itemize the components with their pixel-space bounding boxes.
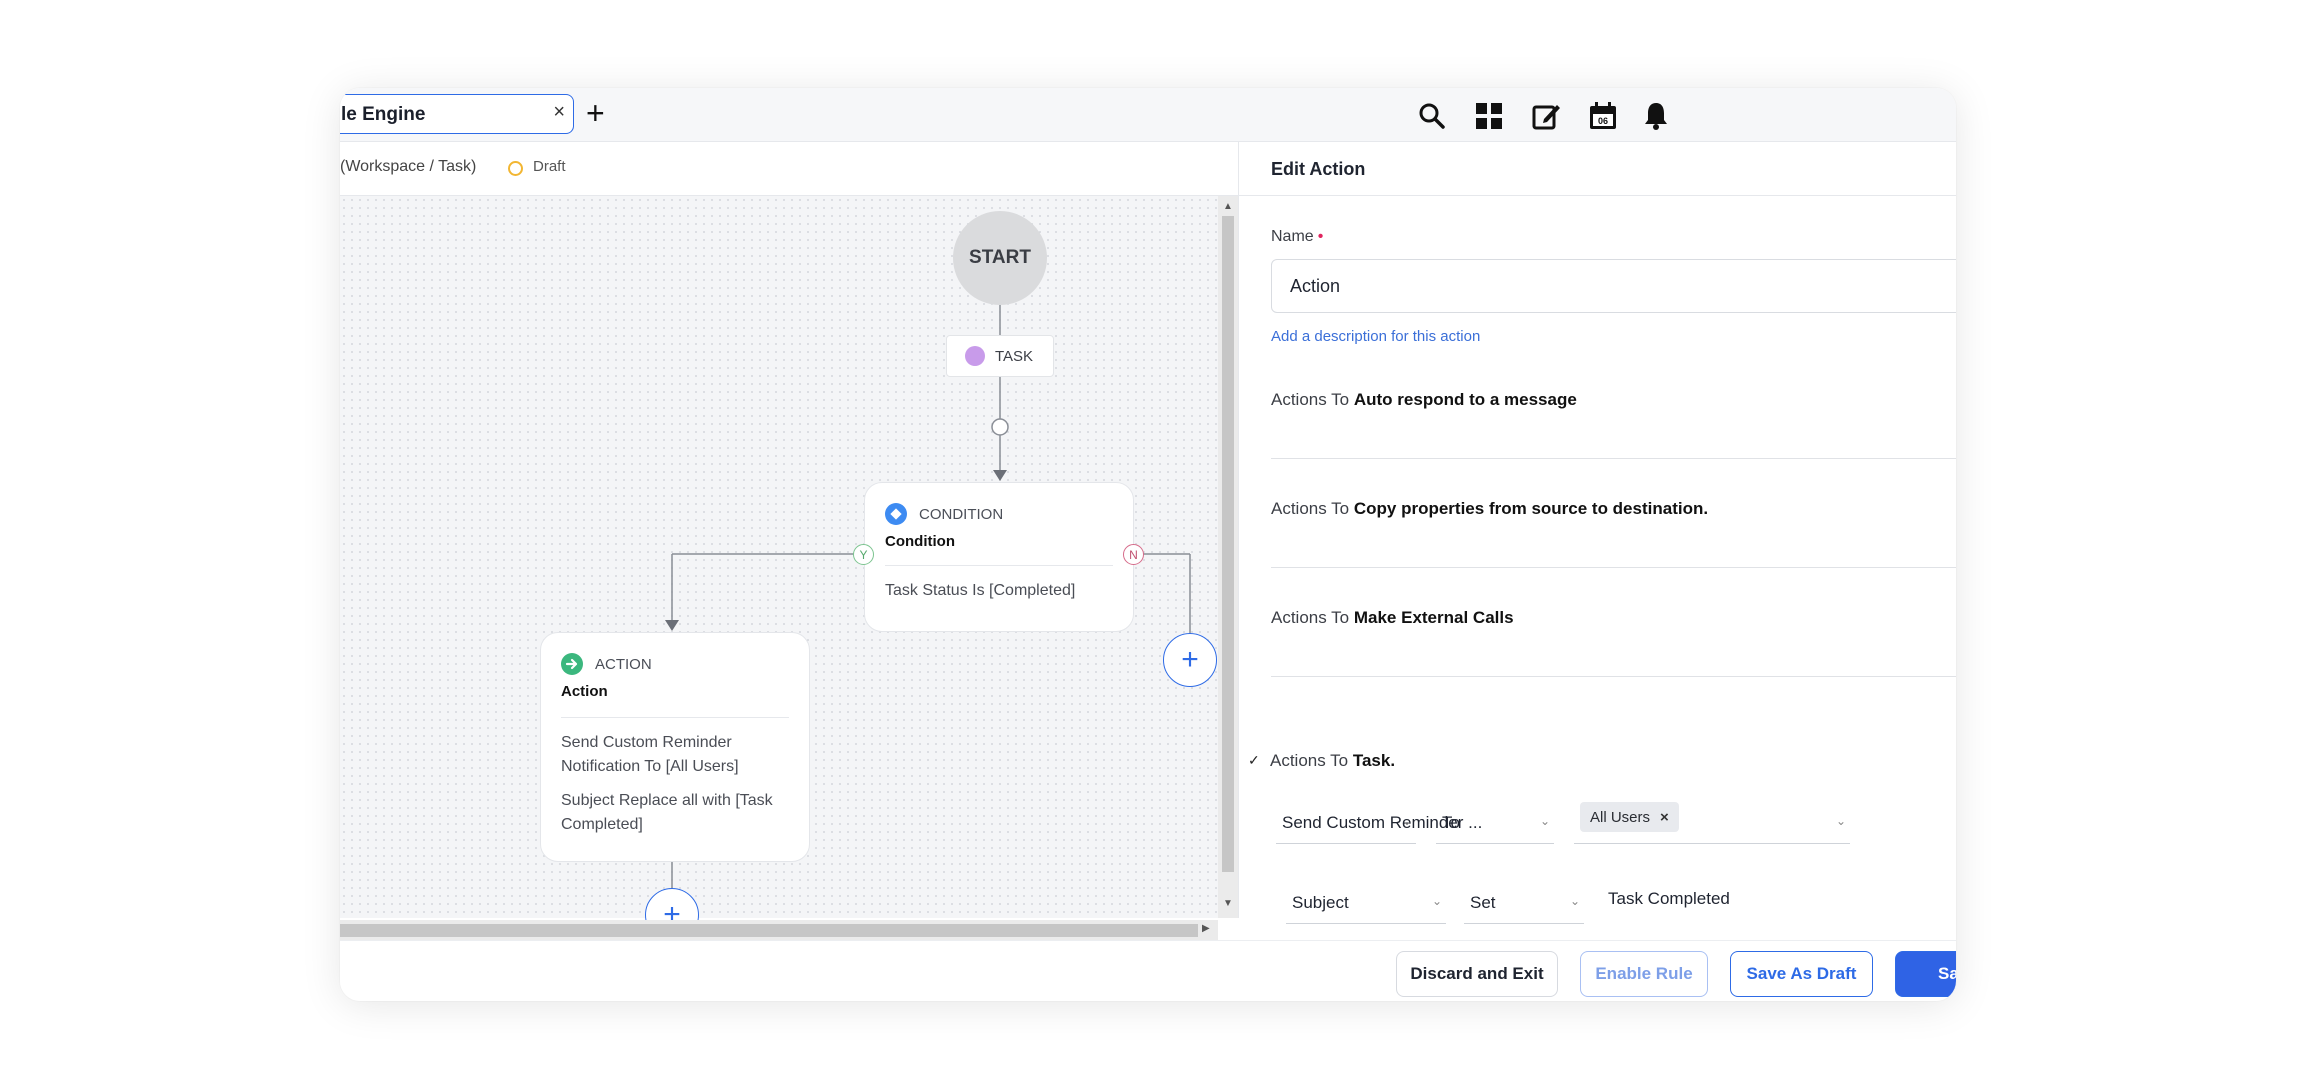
panel-title: Edit Action (1271, 159, 1366, 179)
grid-icon[interactable] (1473, 100, 1505, 132)
tab-rule-engine[interactable]: le Engine × (340, 94, 574, 134)
name-label-text: Name (1271, 228, 1314, 245)
action-option-external-calls[interactable]: Actions To Make External Calls (1271, 568, 1956, 677)
action-option-label: Actions To Auto respond to a message (1271, 390, 1577, 410)
chevron-down-icon: ⌄ (1569, 894, 1580, 908)
action-option-name: Task. (1352, 751, 1396, 770)
field-select[interactable]: Subject ⌄ (1286, 884, 1446, 924)
value-input[interactable]: Task Completed (1602, 880, 1956, 920)
action-option-copy-properties[interactable]: Actions To Copy properties from source t… (1271, 459, 1956, 568)
search-icon[interactable] (1416, 100, 1448, 132)
yes-branch-badge: Y (853, 544, 874, 565)
divider (885, 565, 1113, 566)
action-prefix: Actions To (1271, 499, 1350, 518)
vertical-scroll-thumb[interactable] (1222, 216, 1234, 872)
condition-node[interactable]: CONDITION Condition Task Status Is [Comp… (864, 482, 1134, 632)
add-description-link[interactable]: Add a description for this action (1271, 328, 1480, 345)
status-badge: Draft (533, 158, 566, 175)
chip-remove-icon[interactable]: × (1660, 809, 1669, 826)
add-tab-button[interactable]: + (586, 93, 605, 133)
recipient-chip: All Users × (1580, 802, 1679, 832)
draft-status-icon (508, 161, 523, 176)
divider (561, 717, 789, 718)
action-option-name: Copy properties from source to destinati… (1353, 499, 1709, 518)
task-node[interactable]: TASK (946, 335, 1054, 377)
condition-icon (885, 503, 907, 525)
action-prefix: Actions To (1270, 751, 1349, 770)
calendar-day: 06 (1598, 116, 1608, 126)
horizontal-scroll-thumb[interactable] (340, 924, 1198, 937)
bell-icon[interactable] (1640, 100, 1672, 132)
footer-bar: Discard and Exit Enable Rule Save As Dra… (340, 940, 1956, 1001)
action-node[interactable]: ACTION Action Send Custom Reminder Notif… (540, 632, 810, 862)
action-prefix: Actions To (1271, 608, 1350, 627)
no-branch-badge: N (1123, 544, 1144, 565)
arrow-right-icon (561, 653, 583, 675)
tab-bar: le Engine × + 06 (340, 88, 1956, 142)
task-node-label: TASK (995, 347, 1034, 365)
calendar-icon[interactable]: 06 (1587, 100, 1619, 132)
action-type: ACTION (561, 653, 652, 675)
action-line-2: Subject Replace all with [Task Completed… (561, 792, 773, 833)
action-option-task[interactable]: Actions To Task. (1270, 751, 1395, 771)
field-value: Subject (1292, 893, 1349, 912)
value-text: Task Completed (1608, 889, 1730, 908)
tab-close-icon[interactable]: × (553, 101, 565, 124)
condition-name: Condition (885, 533, 955, 550)
chip-label: All Users (1590, 808, 1651, 826)
action-option-auto-respond[interactable]: Actions To Auto respond to a message (1271, 350, 1956, 459)
action-name: Action (561, 683, 608, 700)
scroll-right-icon[interactable]: ▶ (1202, 923, 1210, 934)
app-window: le Engine × + 06 (Workspace / Task) Draf… (340, 88, 1956, 1001)
chevron-down-icon: ⌄ (1401, 814, 1412, 828)
name-field[interactable] (1271, 259, 1956, 313)
breadcrumb: (Workspace / Task) (340, 158, 477, 175)
canvas-header: (Workspace / Task) Draft (340, 142, 1238, 196)
condition-type-label: CONDITION (919, 505, 1004, 523)
scroll-down-icon[interactable]: ▼ (1223, 898, 1233, 909)
operation-value: Set (1470, 893, 1496, 912)
add-node-button[interactable]: + (1163, 633, 1217, 687)
action-line-1: Send Custom Reminder Notification To [Al… (561, 734, 739, 775)
action-option-label: Actions To Copy properties from source t… (1271, 499, 1708, 519)
panel-header: Edit Action (1239, 142, 1956, 196)
action-option-label: Actions To Make External Calls (1271, 608, 1514, 628)
start-node[interactable]: START (953, 211, 1047, 305)
edit-icon[interactable] (1530, 100, 1562, 132)
enable-rule-button[interactable]: Enable Rule (1580, 951, 1708, 997)
required-mark: • (1317, 228, 1324, 245)
name-label: Name • (1271, 228, 1323, 246)
task-icon (965, 346, 985, 366)
chevron-down-icon: ⌄ (1539, 814, 1550, 828)
action-prefix: Actions To (1271, 390, 1350, 409)
condition-type: CONDITION (885, 503, 1003, 525)
action-option-name: Make External Calls (1353, 608, 1514, 627)
chevron-down-icon: ⌄ (1431, 894, 1442, 908)
selected-check-icon: ✓ (1248, 752, 1260, 768)
action-option-name: Auto respond to a message (1353, 390, 1577, 409)
tab-title: le Engine (341, 104, 426, 125)
action-type-label: ACTION (595, 655, 652, 673)
save-as-draft-button[interactable]: Save As Draft (1730, 951, 1873, 997)
to-value: To (1442, 813, 1460, 832)
condition-body: Task Status Is [Completed] (885, 582, 1076, 599)
recipients-select[interactable]: All Users × ⌄ (1574, 800, 1850, 844)
to-select[interactable]: To ⌄ (1436, 804, 1554, 844)
discard-and-exit-button[interactable]: Discard and Exit (1396, 951, 1558, 997)
save-button[interactable]: Sa (1895, 951, 1956, 997)
scroll-up-icon[interactable]: ▲ (1223, 201, 1233, 212)
chevron-down-icon: ⌄ (1835, 814, 1846, 828)
operation-select[interactable]: Set ⌄ (1464, 884, 1584, 924)
action-type-select[interactable]: Send Custom Reminder ... ⌄ (1276, 804, 1482, 844)
